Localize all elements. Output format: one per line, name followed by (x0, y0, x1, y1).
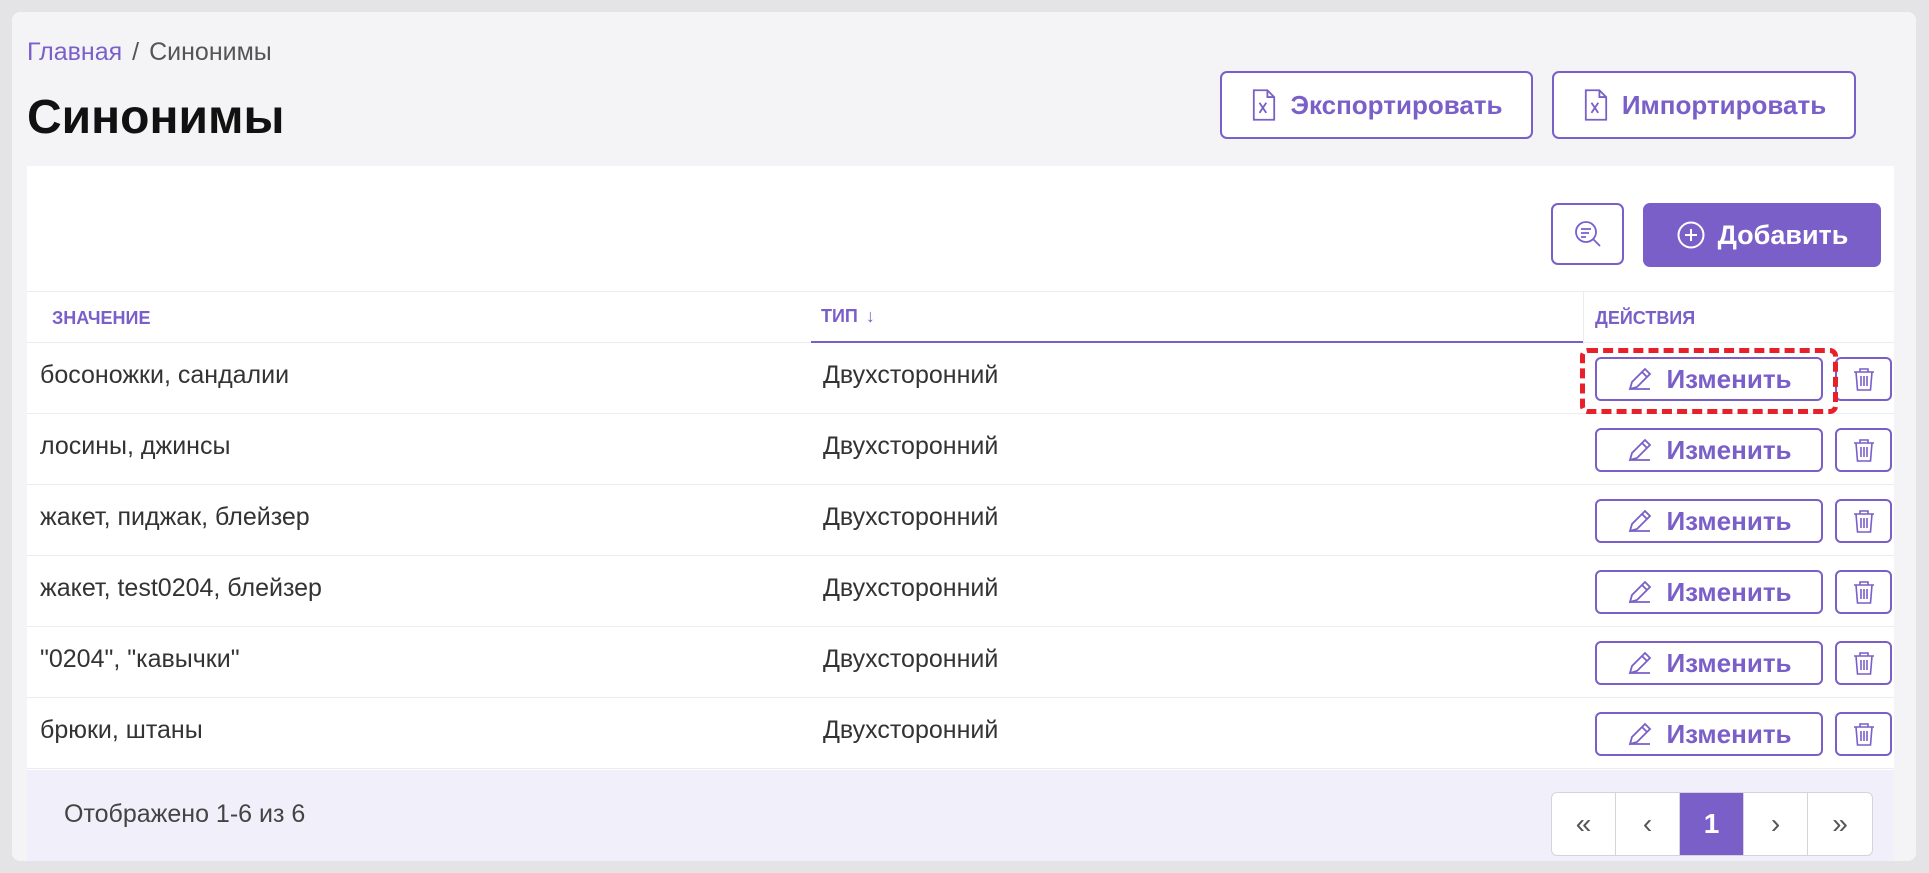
breadcrumb: Главная / Синонимы (27, 38, 272, 67)
table-row: жакет, test0204, блейзер Двухсторонний Изм… (27, 556, 1894, 627)
excel-file-icon (1253, 89, 1276, 121)
table-body: босоножки, сандалии Двухсторонний Изменить… (27, 343, 1894, 769)
page-button-current[interactable]: 1 (1680, 793, 1744, 855)
edit-button[interactable]: Изменить (1595, 357, 1823, 401)
edit-button[interactable]: Изменить (1595, 499, 1823, 543)
filter-search-button[interactable] (1551, 203, 1624, 265)
pencil-icon (1629, 509, 1652, 533)
trash-icon (1853, 439, 1874, 462)
delete-button[interactable] (1835, 357, 1892, 401)
delete-button[interactable] (1835, 428, 1892, 472)
prev-page-button[interactable]: ‹ (1616, 793, 1680, 855)
delete-button[interactable] (1835, 641, 1892, 685)
column-header-actions-label: ДЕЙСТВИЯ (1595, 307, 1696, 328)
trash-icon (1853, 652, 1874, 675)
trash-icon (1853, 368, 1874, 391)
pencil-icon (1629, 651, 1652, 675)
trash-icon (1853, 510, 1874, 533)
pagination-summary: Отображено 1-6 из 6 (64, 800, 306, 828)
cell-type: Двухсторонний (823, 574, 999, 602)
edit-button-label: Изменить (1666, 363, 1792, 394)
cell-type: Двухсторонний (823, 361, 999, 389)
delete-button[interactable] (1835, 570, 1892, 614)
pencil-icon (1629, 438, 1652, 462)
export-button-label: Экспортировать (1290, 89, 1503, 120)
cell-type: Двухсторонний (823, 432, 999, 460)
cell-type: Двухсторонний (823, 645, 999, 673)
synonyms-panel: Добавить ЗНАЧЕНИЕ ТИП ↓ ДЕЙСТВИЯ босоножк… (27, 166, 1894, 861)
cell-value: жакет, test0204, блейзер (40, 574, 322, 602)
plus-circle-icon (1677, 221, 1705, 249)
table-row: лосины, джинсы Двухсторонний Изменить (27, 414, 1894, 485)
cell-value: лосины, джинсы (40, 432, 231, 460)
table-row: жакет, пиджак, блейзер Двухсторонний Измен… (27, 485, 1894, 556)
cell-value: босоножки, сандалии (40, 361, 290, 389)
last-page-button[interactable]: » (1808, 793, 1872, 855)
breadcrumb-home-link[interactable]: Главная (27, 38, 122, 66)
table-row: босоножки, сандалии Двухсторонний Изменить (27, 343, 1894, 414)
table-footer: Отображено 1-6 из 6 « ‹ 1 › » (27, 770, 1894, 861)
pagination: « ‹ 1 › » (1551, 792, 1873, 856)
breadcrumb-current: Синонимы (149, 38, 272, 66)
export-button[interactable]: Экспортировать (1220, 71, 1533, 139)
edit-button[interactable]: Изменить (1595, 712, 1823, 756)
column-header-actions: ДЕЙСТВИЯ (1583, 292, 1894, 344)
edit-button[interactable]: Изменить (1595, 641, 1823, 685)
cell-value: брюки, штаны (40, 716, 203, 744)
cell-type: Двухсторонний (823, 503, 999, 531)
column-header-type[interactable]: ТИП ↓ (811, 292, 1583, 343)
trash-icon (1853, 581, 1874, 604)
import-button-label: Импортировать (1621, 89, 1827, 120)
synonyms-table: ЗНАЧЕНИЕ ТИП ↓ ДЕЙСТВИЯ босоножки, сандал… (27, 291, 1894, 769)
cell-value: жакет, пиджак, блейзер (40, 503, 310, 531)
edit-button-label: Изменить (1666, 576, 1792, 607)
cell-type: Двухсторонний (823, 716, 999, 744)
app-frame: Главная / Синонимы Синонимы Экспортировать… (12, 12, 1916, 861)
edit-button[interactable]: Изменить (1595, 570, 1823, 614)
cell-value: "0204", "кавычки" (40, 645, 240, 673)
edit-button[interactable]: Изменить (1595, 428, 1823, 472)
edit-button-label: Изменить (1666, 505, 1792, 536)
excel-file-icon (1584, 89, 1607, 121)
add-button-label: Добавить (1717, 219, 1849, 250)
column-header-value-label: ЗНАЧЕНИЕ (52, 307, 151, 328)
edit-button-label: Изменить (1666, 647, 1792, 678)
add-synonym-button[interactable]: Добавить (1643, 203, 1881, 267)
next-page-button[interactable]: › (1744, 793, 1808, 855)
breadcrumb-separator: / (132, 38, 140, 66)
table-row: брюки, штаны Двухсторонний Изменить (27, 698, 1894, 769)
import-button[interactable]: Импортировать (1552, 71, 1856, 139)
edit-button-label: Изменить (1666, 434, 1792, 465)
first-page-button[interactable]: « (1552, 793, 1616, 855)
search-filter-icon (1574, 221, 1601, 247)
edit-button-label: Изменить (1666, 718, 1792, 749)
pencil-icon (1629, 722, 1652, 746)
table-header: ЗНАЧЕНИЕ ТИП ↓ ДЕЙСТВИЯ (27, 291, 1894, 344)
delete-button[interactable] (1835, 712, 1892, 756)
delete-button[interactable] (1835, 499, 1892, 543)
column-header-value[interactable]: ЗНАЧЕНИЕ (40, 292, 810, 344)
sort-arrow-down-icon: ↓ (865, 306, 875, 326)
page-title: Синонимы (27, 91, 285, 144)
pencil-icon (1629, 580, 1652, 604)
trash-icon (1853, 723, 1874, 746)
table-row: "0204", "кавычки" Двухсторонний Изменить (27, 627, 1894, 698)
pencil-icon (1629, 367, 1652, 391)
column-header-type-label: ТИП (821, 306, 858, 326)
